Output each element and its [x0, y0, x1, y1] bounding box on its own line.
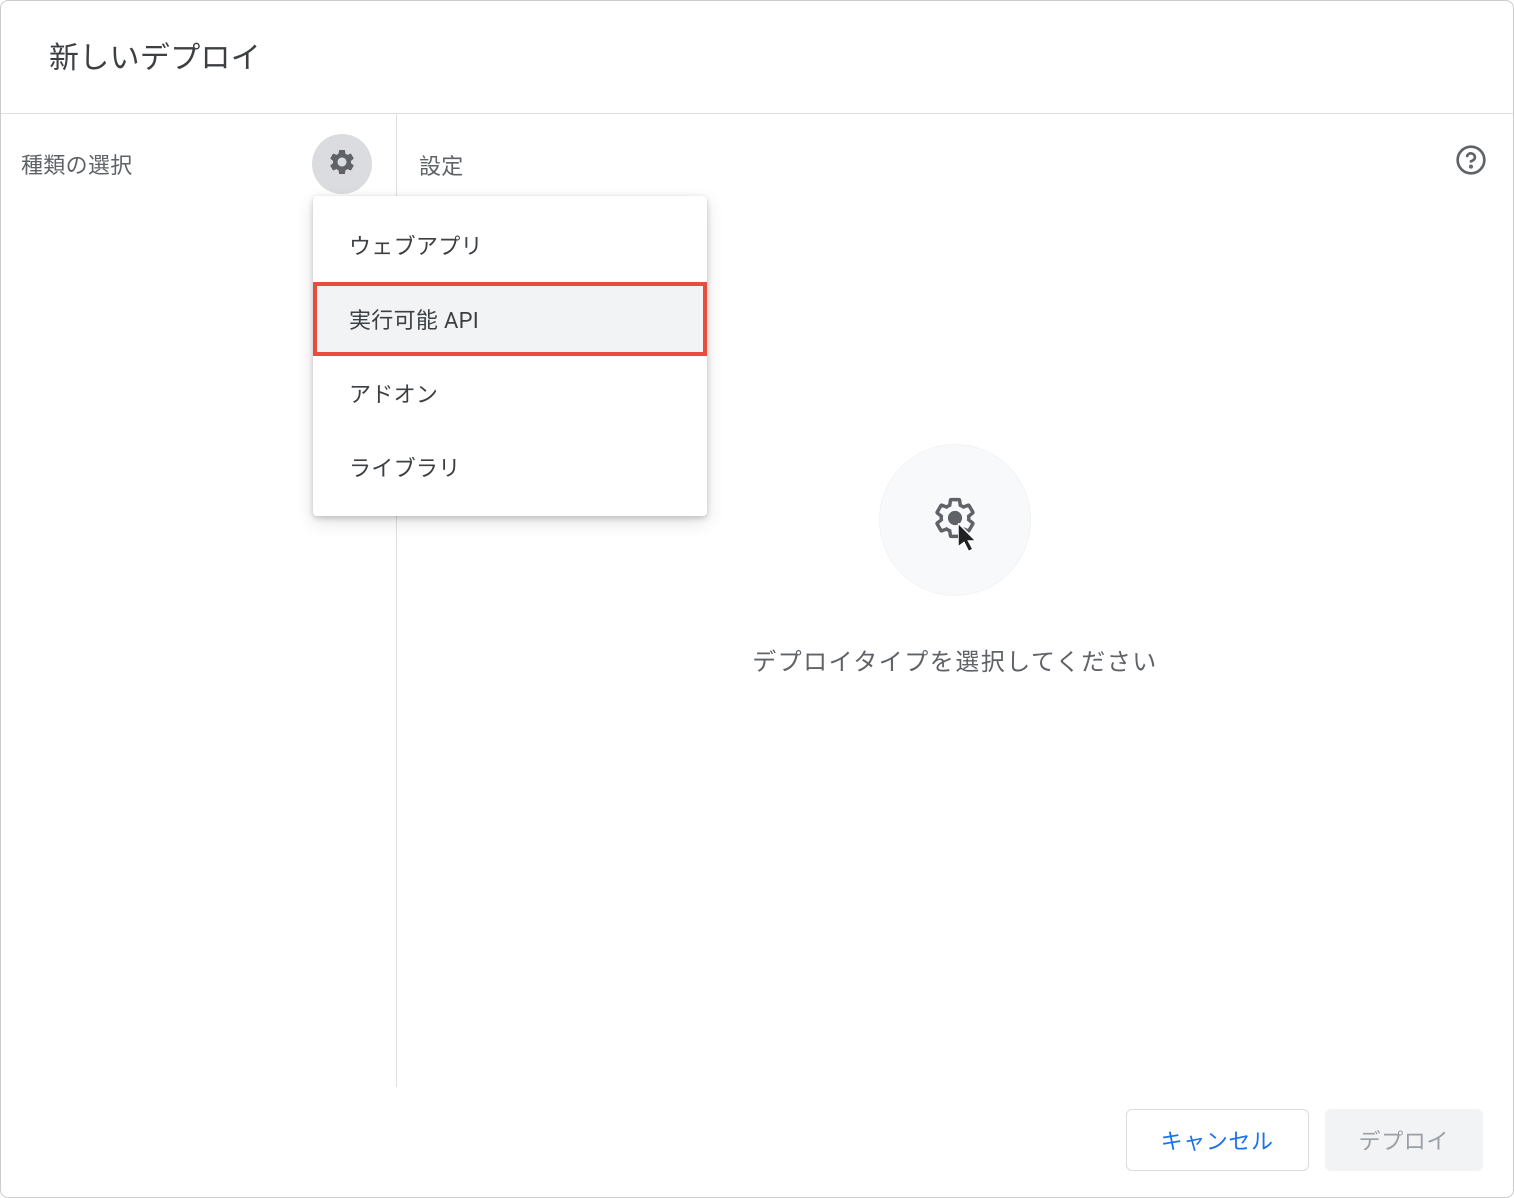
dropdown-item-addon[interactable]: アドオン [313, 356, 707, 430]
type-selection-gear-button[interactable] [312, 134, 372, 194]
gear-icon [932, 495, 978, 545]
gear-icon [327, 147, 357, 181]
help-icon [1455, 144, 1487, 180]
deploy-type-dropdown: ウェブアプリ 実行可能 API アドオン ライブラリ [313, 196, 707, 516]
dialog-header: 新しいデプロイ [1, 1, 1513, 114]
settings-row: 設定 [419, 142, 1491, 182]
dialog-body: 種類の選択 設定 [1, 114, 1513, 1087]
dropdown-item-web-app[interactable]: ウェブアプリ [313, 208, 707, 282]
cancel-button[interactable]: キャンセル [1126, 1109, 1309, 1171]
dialog-title: 新しいデプロイ [49, 33, 1465, 77]
settings-label: 設定 [419, 143, 464, 181]
help-button[interactable] [1451, 142, 1491, 182]
dropdown-item-library[interactable]: ライブラリ [313, 430, 707, 504]
deploy-button[interactable]: デプロイ [1325, 1109, 1483, 1171]
empty-state-icon-circle [879, 444, 1031, 596]
new-deploy-dialog: 新しいデプロイ 種類の選択 設定 [0, 0, 1514, 1198]
dialog-footer: キャンセル デプロイ [1, 1087, 1513, 1197]
dropdown-item-executable-api[interactable]: 実行可能 API [313, 282, 707, 356]
type-selection-label: 種類の選択 [21, 142, 133, 180]
empty-state-text: デプロイタイプを選択してください [752, 642, 1158, 677]
